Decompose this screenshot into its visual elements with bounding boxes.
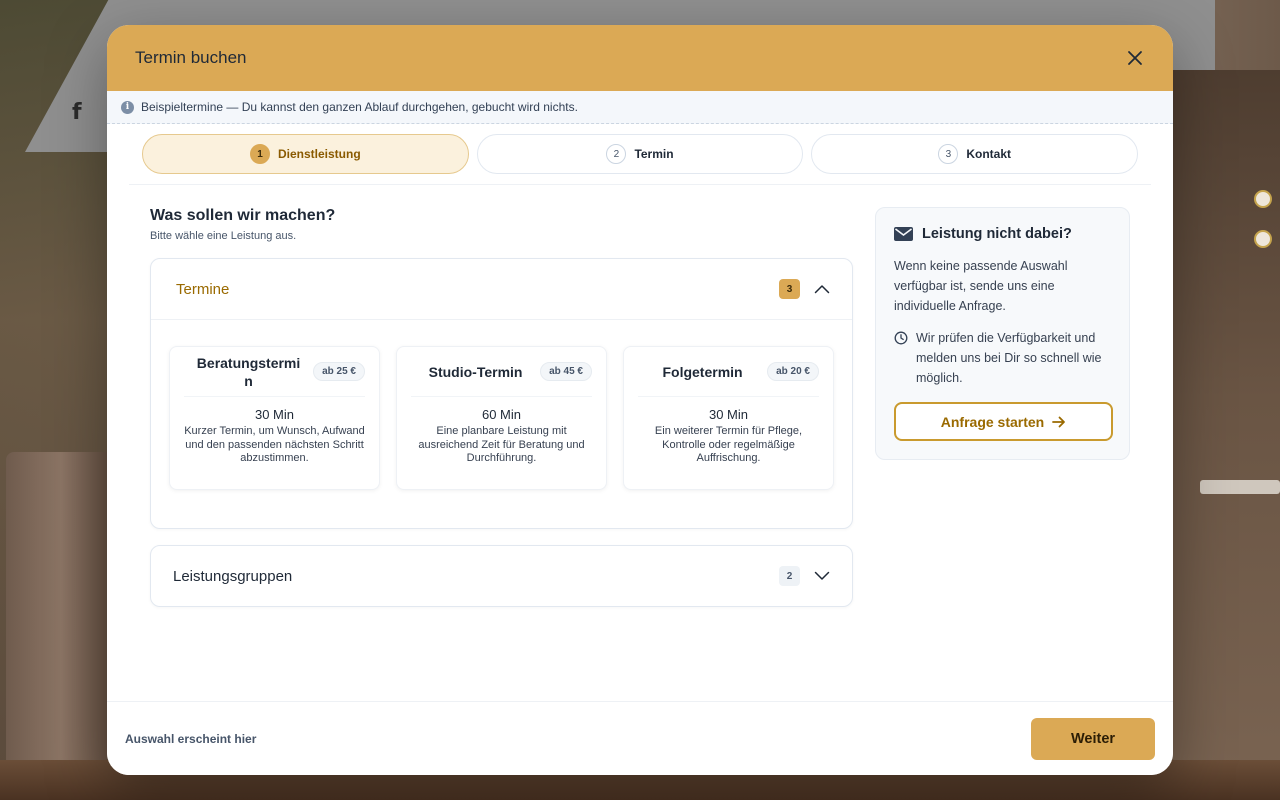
custom-request-card: Leistung nicht dabei? Wenn keine passend… xyxy=(875,207,1130,460)
accordion-termine: Termine 3 Beratungstermi n ab 25 € 30 Mi… xyxy=(150,258,853,529)
accordion-title: Termine xyxy=(176,280,230,298)
cta-label: Anfrage starten xyxy=(940,413,1045,430)
price-badge: ab 45 € xyxy=(540,362,592,381)
next-button[interactable]: Weiter xyxy=(1031,717,1155,760)
service-description: Ein weiterer Termin für Pflege, Kontroll… xyxy=(654,425,803,464)
demo-notice: i Beispieltermine — Du kannst den ganzen… xyxy=(107,91,1173,124)
step-kontakt[interactable]: 3 Kontakt xyxy=(811,134,1139,174)
background-interior xyxy=(1170,70,1280,800)
service-selection: Was sollen wir machen? Bitte wähle eine … xyxy=(150,185,853,607)
step-number: 1 xyxy=(249,144,270,164)
clock-icon xyxy=(894,331,908,345)
accordion-header-leistungsgruppen[interactable]: Leistungsgruppen 2 xyxy=(151,546,852,606)
service-duration: 30 Min xyxy=(708,407,749,422)
service-cards: Beratungstermi n ab 25 € 30 Min Kurzer T… xyxy=(151,319,852,528)
price-badge: ab 25 € xyxy=(313,362,365,381)
step-label: Kontakt xyxy=(966,147,1012,161)
service-name: Beratungstermi n xyxy=(196,354,301,389)
step-number: 3 xyxy=(938,144,959,164)
service-card-beratungstermin[interactable]: Beratungstermi n ab 25 € 30 Min Kurzer T… xyxy=(169,346,380,490)
notice-text: Beispieltermine — Du kannst den ganzen A… xyxy=(141,100,578,114)
accordion-leistungsgruppen: Leistungsgruppen 2 xyxy=(150,545,853,607)
side-hint: Wir prüfen die Verfügbarkeit und melden … xyxy=(916,331,1102,385)
service-duration: 30 Min xyxy=(254,407,295,422)
selection-summary: Auswahl erscheint hier xyxy=(125,731,257,746)
side-title: Leistung nicht dabei? xyxy=(922,226,1072,242)
count-badge: 3 xyxy=(779,279,800,299)
modal-title: Termin buchen xyxy=(135,48,247,67)
chevron-down-icon xyxy=(814,571,830,580)
step-label: Termin xyxy=(634,147,674,161)
service-card-studio-termin[interactable]: Studio-Termin ab 45 € 60 Min Eine planba… xyxy=(396,346,607,490)
step-termin[interactable]: 2 Termin xyxy=(476,134,804,174)
lamp-icon xyxy=(1254,230,1272,248)
start-request-button[interactable]: Anfrage starten xyxy=(894,402,1113,441)
page-subtitle: Bitte wähle eine Leistung aus. xyxy=(150,230,297,242)
side-description: Wenn keine passende Auswahl verfügbar is… xyxy=(894,259,1068,313)
step-indicator: 1 Dienstleistung 2 Termin 3 Kontakt xyxy=(107,124,1173,174)
page-title: Was sollen wir machen? xyxy=(150,207,336,224)
modal-footer: Auswahl erscheint hier Weiter xyxy=(107,701,1173,775)
service-card-folgetermin[interactable]: Folgetermin ab 20 € 30 Min Ein weiterer … xyxy=(623,346,834,490)
info-icon: i xyxy=(121,100,134,114)
close-icon xyxy=(1128,51,1142,65)
service-description: Eine planbare Leistung mit ausreichend Z… xyxy=(418,425,585,464)
lamp-icon xyxy=(1254,190,1272,208)
facebook-icon: f xyxy=(72,100,82,125)
close-button[interactable] xyxy=(1121,44,1149,72)
booking-modal: Termin buchen i Beispieltermine — Du kan… xyxy=(107,25,1173,775)
service-name: Folgetermin xyxy=(662,363,743,380)
service-duration: 60 Min xyxy=(481,407,522,422)
service-description: Kurzer Termin, um Wunsch, Aufwand und de… xyxy=(184,425,365,464)
arrow-right-icon xyxy=(1052,416,1066,427)
service-name: Studio-Termin xyxy=(428,363,523,380)
chevron-up-icon xyxy=(814,285,830,294)
step-number: 2 xyxy=(606,144,627,164)
step-label: Dienstleistung xyxy=(277,147,361,161)
count-badge: 2 xyxy=(779,566,800,586)
accordion-title: Leistungsgruppen xyxy=(173,567,293,585)
background-stool xyxy=(6,452,116,800)
modal-header: Termin buchen xyxy=(107,25,1173,91)
price-badge: ab 20 € xyxy=(767,362,819,381)
step-dienstleistung[interactable]: 1 Dienstleistung xyxy=(142,134,469,174)
background-counter xyxy=(1200,480,1280,494)
accordion-header-termine[interactable]: Termine 3 xyxy=(151,259,852,319)
mail-icon xyxy=(894,227,913,241)
